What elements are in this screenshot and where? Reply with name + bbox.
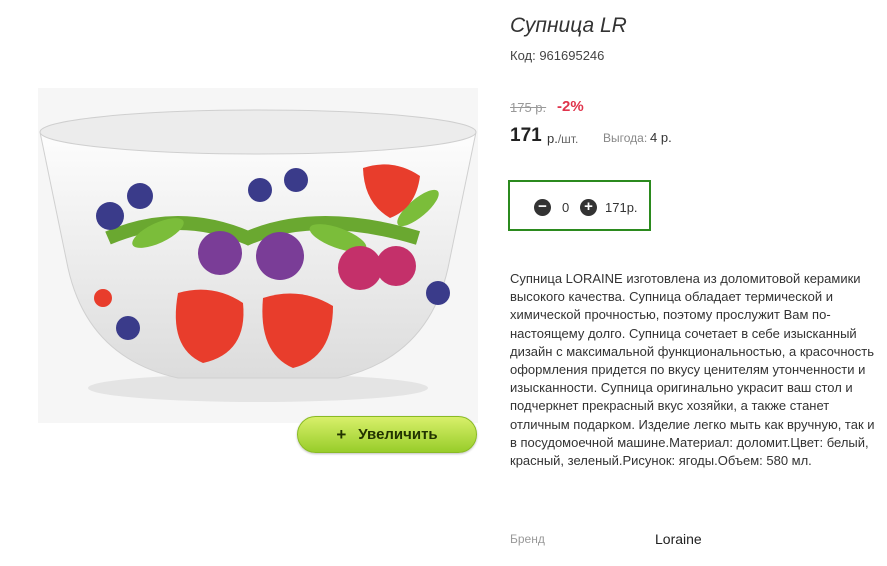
quantity-total: 171р. [605,200,638,215]
brand-value[interactable]: Loraine [655,531,702,547]
price-currency: р. [547,131,558,146]
price-unit: р./шт. [547,131,578,146]
price-per-unit: /шт. [557,132,579,146]
zoom-button[interactable]: + Увеличить [297,416,477,453]
soup-bowl-illustration [39,109,477,402]
minus-circle-icon[interactable]: − [534,199,551,216]
savings-value: 4 р. [650,130,672,145]
product-sku: Код: 961695246 [510,48,605,63]
zoom-plus-icon: + [336,424,347,444]
zoom-button-label: Увеличить [358,426,438,443]
old-price: 175 р. [510,100,547,115]
product-description: Супница LORAINE изготовлена из доломитов… [510,271,875,469]
brand-label: Бренд [510,532,545,546]
quantity-value: 0 [562,200,570,215]
product-title: Супница LR [510,14,627,37]
product-image[interactable]: + Увеличить [38,88,478,453]
savings-label: Выгода: [603,131,648,145]
discount-badge: -2% [557,98,584,115]
quantity-stepper: − 0 + 171р. [508,180,651,231]
plus-circle-icon[interactable]: + [580,199,597,216]
current-price: 171 [510,125,542,146]
